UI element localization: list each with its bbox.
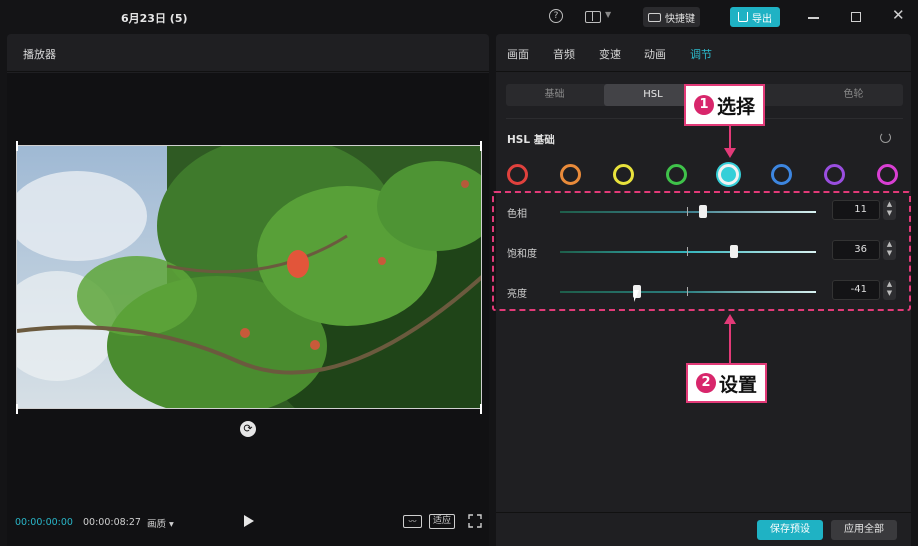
color-swatch[interactable] [560,164,581,185]
waveform-icon[interactable]: 〰 [403,515,422,528]
title-bar: 6月23日 (5) ? ▼ 快捷键 导出 ✕ [0,0,918,34]
apply-all-button[interactable]: 应用全部 [831,520,897,540]
inspector-tabs: 画面 音频 变速 动画 调节 [496,34,911,72]
tab-picture[interactable]: 画面 [507,46,529,62]
total-time: 00:00:08:27 [83,517,141,528]
video-image [17,146,481,408]
inspector-footer: 保存预设 应用全部 [496,512,911,546]
tab-audio[interactable]: 音频 [553,46,575,62]
minimize-icon[interactable] [808,17,819,19]
export-icon [738,12,748,22]
maximize-icon[interactable] [851,12,861,22]
crop-handle[interactable] [480,141,482,151]
player-viewport: ⟳ 00:00:00:00 00:00:08:27 画质 ▾ 〰 适应 [7,73,489,546]
color-swatch[interactable] [666,164,687,185]
annotation-text: 设置 [719,373,758,396]
export-label: 导出 [752,13,772,25]
shortcut-label: 快捷键 [665,13,695,25]
video-preview[interactable] [16,145,482,409]
quality-dropdown[interactable]: 画质 ▾ [147,516,174,530]
help-icon[interactable]: ? [549,9,563,23]
player-title: 播放器 [23,48,56,61]
chevron-down-icon[interactable]: ▼ [605,10,611,19]
annotation-number: 2 [696,373,716,393]
crop-handle[interactable] [16,141,18,151]
tab-speed[interactable]: 变速 [599,46,621,62]
player-header: 播放器 [7,34,489,72]
mouse-cursor-icon [634,290,639,302]
player-panel: 播放器 ⟳ 00:00:00:00 00:00:08:27 画质 ▾ 〰 适应 [7,34,489,546]
project-name: 6月23日 (5) [121,12,188,25]
save-preset-button[interactable]: 保存预设 [757,520,823,540]
play-icon[interactable] [244,515,254,527]
fit-button[interactable]: 适应 [429,514,455,529]
color-swatch[interactable] [771,164,792,185]
shortcut-button[interactable]: 快捷键 [643,7,700,27]
annotation-callout-set: 2 设置 [686,363,768,403]
annotation-dashed-box [492,191,911,311]
app-window: 6月23日 (5) ? ▼ 快捷键 导出 ✕ 播放器 ⟳ 00:00:00:00… [0,0,918,546]
annotation-arrow-line [729,126,731,148]
keyboard-icon [648,12,661,22]
section-title: HSL 基础 [507,134,555,146]
close-icon[interactable]: ✕ [892,8,905,23]
annotation-number: 1 [694,95,714,115]
tab-adjust[interactable]: 调节 [690,46,712,62]
fullscreen-icon[interactable] [468,514,482,528]
color-swatch[interactable] [613,164,634,185]
crop-handle[interactable] [16,404,18,414]
export-button[interactable]: 导出 [730,7,780,27]
reset-icon[interactable] [880,132,891,143]
color-swatch[interactable] [718,164,739,185]
subtab-color-wheel[interactable]: 色轮 [804,84,903,106]
tab-animation[interactable]: 动画 [644,46,666,62]
current-time: 00:00:00:00 [15,517,73,528]
annotation-callout-select: 1 选择 [684,84,766,126]
color-swatch[interactable] [877,164,898,185]
subtab-basic[interactable]: 基础 [506,84,603,106]
layout-icon[interactable] [585,11,601,23]
annotation-text: 选择 [717,95,756,118]
rotate-icon[interactable]: ⟳ [240,421,256,437]
annotation-arrow-line [729,323,731,363]
color-swatch[interactable] [824,164,845,185]
color-swatch[interactable] [507,164,528,185]
annotation-arrow-down [724,148,736,158]
crop-handle[interactable] [480,404,482,414]
